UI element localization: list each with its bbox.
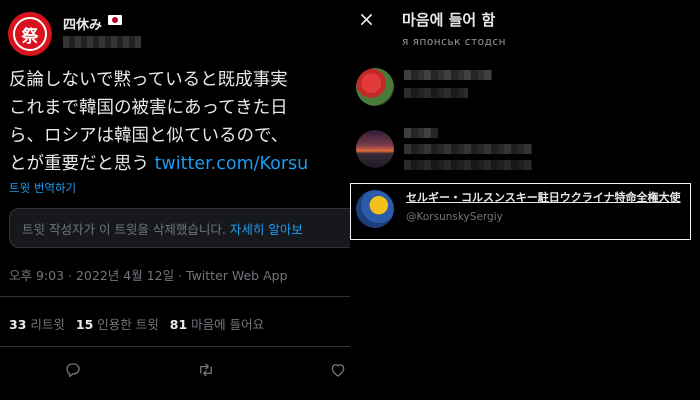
avatar-seal-glyph: 祭 (13, 17, 47, 51)
author-handle-redacted (63, 36, 141, 48)
like-button[interactable] (326, 358, 350, 382)
close-button[interactable] (355, 8, 377, 30)
tweet-text-line: とが重要だと思う (9, 154, 155, 174)
liker-name-redacted (404, 128, 438, 138)
quotes-stat[interactable]: 15 인용한 트윗 (76, 317, 159, 332)
tweet-link[interactable]: twitter.com/Korsu (155, 154, 309, 174)
japan-flag-icon (108, 15, 122, 25)
retweets-label: 리트윗 (30, 317, 65, 332)
reply-button[interactable] (61, 358, 85, 382)
quotes-count: 15 (75, 317, 94, 332)
liker-avatar[interactable] (356, 68, 394, 106)
tweet-text: 反論しないで黙っていると既成事実 これまで韓国の被害にあってきた日 ら、ロシアは… (9, 66, 349, 178)
likes-stat[interactable]: 81 마음에 들어요 (170, 317, 264, 332)
liker-bio-redacted (404, 160, 532, 170)
liker-handle-redacted (404, 88, 468, 98)
author-avatar[interactable]: 祭 (8, 12, 52, 56)
retweets-count: 33 (9, 317, 27, 332)
quotes-label: 인용한 트윗 (97, 317, 159, 332)
likes-count: 81 (169, 317, 188, 332)
like-icon (331, 364, 345, 377)
tweet-text-line: ら、ロシアは韓国と似ているので、 (9, 126, 289, 146)
retweet-button[interactable] (194, 358, 218, 382)
liker-handle-redacted (404, 144, 532, 154)
retweet-icon (200, 363, 212, 377)
liker-row[interactable] (350, 64, 700, 120)
ambassador-avatar[interactable] (356, 190, 394, 228)
ambassador-display-name[interactable]: セルギー・コルスンスキー駐日ウクライナ特命全権大使 (406, 189, 691, 205)
close-icon (360, 13, 372, 25)
learn-more-link[interactable]: 자세히 알아보 (230, 222, 303, 237)
reply-icon (66, 363, 80, 377)
ambassador-handle: @KorsunskySergiy (406, 211, 503, 223)
likes-label: 마음에 들어요 (191, 317, 265, 332)
liker-name-redacted (404, 70, 492, 80)
divider (0, 346, 350, 347)
deleted-quote-notice: 트윗 작성자가 이 트윗을 삭제했습니다. 자세히 알아보 (9, 208, 369, 248)
liker-avatar[interactable] (356, 130, 394, 168)
tweet-detail-panel (0, 0, 350, 400)
divider (0, 296, 350, 297)
translate-tweet-link[interactable]: 트윗 번역하기 (9, 180, 76, 196)
tweet-stats: 33 리트윗 15 인용한 트윗 81 마음에 들어요 (9, 314, 264, 333)
deleted-notice-text: 트윗 작성자가 이 트윗을 삭제했습니다. (22, 222, 230, 237)
tweet-text-line: これまで韓国の被害にあってきた日 (9, 98, 288, 118)
modal-title: 마음에 들어 함 (402, 11, 496, 29)
author-display-name[interactable]: 四休み (63, 14, 102, 33)
tweet-timestamp[interactable]: 오후 9:03 · 2022년 4월 12일 · Twitter Web App (9, 265, 288, 284)
retweets-stat[interactable]: 33 리트윗 (9, 317, 65, 332)
tweet-text-line: 反論しないで黙っていると既成事実 (9, 70, 288, 90)
user-bio-fragment: я японськ стодсн (402, 36, 506, 48)
